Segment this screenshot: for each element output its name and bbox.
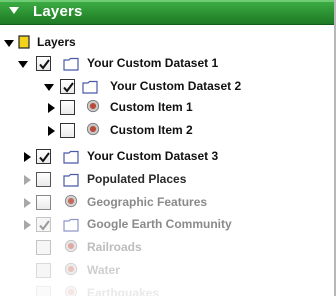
tree-item-geographic-features[interactable]: Geographic Features xyxy=(0,193,334,213)
tree-item-label: Custom Item 1 xyxy=(110,100,193,114)
tree-item-label: Railroads xyxy=(87,240,142,254)
tree-item-custom-dataset-2[interactable]: Your Custom Dataset 2 xyxy=(0,77,334,97)
tree-root-label: Layers xyxy=(37,35,76,49)
checkbox[interactable] xyxy=(36,56,51,71)
tree-item-label: Water xyxy=(87,263,120,277)
checkbox[interactable] xyxy=(36,240,51,255)
tree-item-custom-dataset-1[interactable]: Your Custom Dataset 1 xyxy=(0,54,334,74)
checkbox[interactable] xyxy=(36,172,51,187)
checkbox[interactable] xyxy=(36,149,51,164)
placemark-icon xyxy=(86,99,100,113)
checkbox[interactable] xyxy=(36,217,51,232)
tree-item-label: Populated Places xyxy=(87,172,187,186)
tree-item-label: Custom Item 2 xyxy=(110,123,193,137)
expand-arrow-icon[interactable] xyxy=(48,126,55,136)
tree-item-google-earth-community[interactable]: Google Earth Community xyxy=(0,215,334,235)
tree-root[interactable]: Layers xyxy=(0,33,334,53)
layers-tree: Layers Your Custom Dataset 1 Your Custom… xyxy=(0,24,334,296)
placemark-icon xyxy=(64,262,78,276)
collapse-arrow-icon[interactable] xyxy=(9,7,19,14)
expand-arrow-icon[interactable] xyxy=(24,152,31,162)
checkbox[interactable] xyxy=(36,195,51,210)
expand-arrow-icon[interactable] xyxy=(4,40,14,47)
checkbox[interactable] xyxy=(60,123,75,138)
folder-icon xyxy=(63,218,79,232)
check-icon xyxy=(39,152,50,163)
check-icon xyxy=(39,220,50,231)
tree-item-label: Google Earth Community xyxy=(87,217,232,231)
tree-item-railroads[interactable]: Railroads xyxy=(0,238,334,258)
check-icon xyxy=(63,82,74,93)
expand-arrow-icon[interactable] xyxy=(24,175,31,185)
folder-icon xyxy=(63,173,79,187)
root-layer-icon xyxy=(18,35,30,49)
checkbox[interactable] xyxy=(36,286,51,296)
tree-item-label: Earthquakes xyxy=(87,286,160,296)
tree-item-earthquakes[interactable]: Earthquakes xyxy=(0,284,334,296)
folder-icon xyxy=(82,80,98,94)
tree-item-label: Your Custom Dataset 1 xyxy=(87,56,219,70)
expand-arrow-icon[interactable] xyxy=(24,198,31,208)
folder-icon xyxy=(63,150,79,164)
layers-panel: Layers Layers Your Custom Dataset 1 Your… xyxy=(0,0,336,296)
expand-arrow-icon[interactable] xyxy=(24,220,31,230)
tree-item-water[interactable]: Water xyxy=(0,261,334,281)
tree-item-label: Geographic Features xyxy=(87,195,208,209)
layers-panel-header[interactable]: Layers xyxy=(0,0,334,25)
tree-item-custom-item-1[interactable]: Custom Item 1 xyxy=(0,98,334,118)
expand-arrow-icon[interactable] xyxy=(48,103,55,113)
tree-item-label: Your Custom Dataset 2 xyxy=(110,79,242,93)
expand-arrow-icon[interactable] xyxy=(18,61,28,68)
checkbox[interactable] xyxy=(36,263,51,278)
placemark-icon xyxy=(64,194,78,208)
checkbox[interactable] xyxy=(60,100,75,115)
tree-item-custom-item-2[interactable]: Custom Item 2 xyxy=(0,121,334,141)
placemark-icon xyxy=(64,239,78,253)
check-icon xyxy=(39,59,50,70)
checkbox[interactable] xyxy=(60,79,75,94)
tree-item-custom-dataset-3[interactable]: Your Custom Dataset 3 xyxy=(0,147,334,167)
tree-item-populated-places[interactable]: Populated Places xyxy=(0,170,334,190)
placemark-icon xyxy=(86,122,100,136)
panel-title: Layers xyxy=(33,3,83,20)
expand-arrow-icon[interactable] xyxy=(44,84,54,91)
folder-icon xyxy=(63,57,79,71)
tree-item-label: Your Custom Dataset 3 xyxy=(87,149,219,163)
placemark-icon xyxy=(64,285,78,296)
